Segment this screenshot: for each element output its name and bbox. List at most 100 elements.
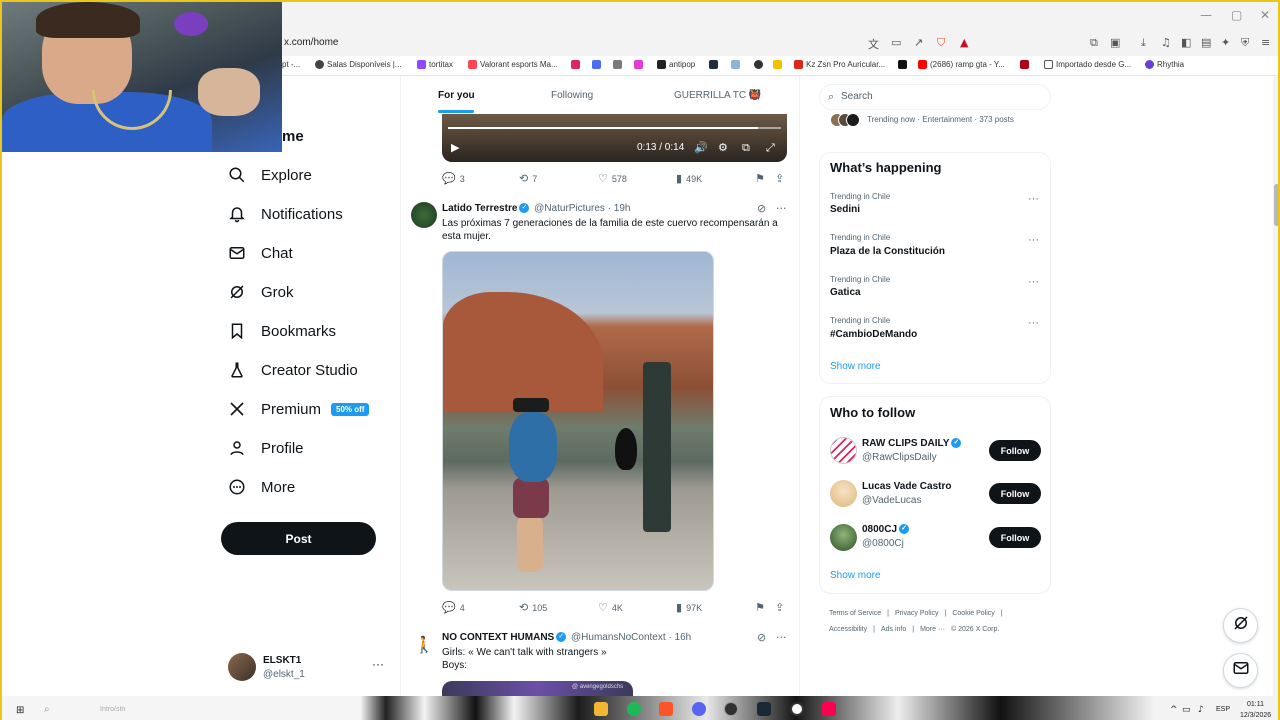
- tab-for-you[interactable]: For you: [438, 90, 475, 101]
- obs-icon[interactable]: [724, 702, 738, 716]
- bookmark-button[interactable]: ⚑: [755, 601, 765, 614]
- bookmark-item[interactable]: Rhythia: [1145, 60, 1184, 69]
- nav-item-creator-studio[interactable]: Creator Studio: [227, 356, 358, 384]
- clock-date[interactable]: 12/3/2026: [1240, 712, 1271, 719]
- post-time[interactable]: · 19h: [608, 203, 631, 214]
- bookmark-item[interactable]: antipop: [657, 60, 695, 69]
- share-button[interactable]: ⇪: [775, 601, 784, 614]
- avatar[interactable]: [830, 524, 857, 551]
- post-media-video[interactable]: [442, 251, 714, 591]
- scrollbar-thumb[interactable]: [1274, 184, 1278, 226]
- reply-button[interactable]: 💬 4: [442, 601, 465, 614]
- views-button[interactable]: ▮ 49K: [676, 172, 702, 185]
- like-button[interactable]: ♡ 578: [598, 172, 627, 185]
- footer-link[interactable]: Ads info: [881, 626, 906, 633]
- taskbar-search-hint[interactable]: Intro/stn: [100, 706, 125, 713]
- volume-icon[interactable]: 🔊: [694, 141, 708, 154]
- bookmark-item[interactable]: Kz Zsn Pro Auricular...: [794, 60, 885, 69]
- more-dots-icon[interactable]: ···: [1028, 276, 1039, 288]
- translate-icon[interactable]: 文: [868, 36, 879, 52]
- bookmark-icon-only[interactable]: [592, 60, 601, 69]
- tab-following[interactable]: Following: [551, 90, 593, 101]
- author-name[interactable]: NO CONTEXT HUMANS: [442, 632, 554, 643]
- like-button[interactable]: ♡ 4K: [598, 601, 623, 614]
- spotify-icon[interactable]: [627, 702, 641, 716]
- settings-icon[interactable]: ⚙: [718, 141, 728, 154]
- cast-icon[interactable]: ▭: [891, 36, 901, 49]
- nav-item-more[interactable]: More: [227, 473, 295, 501]
- nav-home-label[interactable]: me: [282, 128, 304, 145]
- maximize-icon[interactable]: ▢: [1231, 8, 1242, 22]
- nav-item-explore[interactable]: Explore: [227, 161, 312, 189]
- nav-item-premium[interactable]: Premium 50% off: [227, 395, 370, 423]
- avatar[interactable]: [411, 202, 437, 228]
- repost-button[interactable]: ⟲ 105: [519, 601, 547, 614]
- post-time[interactable]: · 16h: [668, 632, 691, 643]
- bookmark-item[interactable]: pt -...: [282, 60, 300, 69]
- author-handle[interactable]: @HumansNoContext: [571, 632, 666, 643]
- tray-chevron-icon[interactable]: ^: [1170, 705, 1178, 715]
- volume-icon[interactable]: ♪: [1198, 705, 1204, 715]
- wallet-icon[interactable]: ▤: [1201, 36, 1211, 49]
- steam-icon[interactable]: [757, 702, 771, 716]
- bookmark-item[interactable]: Salas Disponíveis |...: [315, 60, 402, 69]
- brave-rewards-icon[interactable]: ▲: [960, 36, 968, 49]
- bookmark-icon-only[interactable]: [898, 60, 907, 69]
- bookmark-icon-only[interactable]: [754, 60, 763, 69]
- account-switcher[interactable]: ELSKT1 @elskt_1 ···: [228, 653, 388, 683]
- clock-time[interactable]: 01:11: [1247, 701, 1264, 708]
- author-name[interactable]: Latido Terrestre: [442, 203, 517, 214]
- suggested-account-name[interactable]: RAW CLIPS DAILY ✓: [862, 438, 963, 449]
- share-icon[interactable]: ↗: [914, 36, 923, 49]
- bookmark-icon-only[interactable]: [571, 60, 580, 69]
- reply-button[interactable]: 💬 3: [442, 172, 465, 185]
- avatar[interactable]: 🚶: [411, 631, 437, 657]
- video-player[interactable]: [442, 114, 787, 162]
- file-explorer-icon[interactable]: [594, 702, 608, 716]
- views-button[interactable]: ▮ 97K: [676, 601, 702, 614]
- trend-name[interactable]: Plaza de la Constitución: [830, 246, 945, 257]
- more-dots-icon[interactable]: ···: [776, 631, 787, 644]
- trending-now-row[interactable]: Trending now · Entertainment · 373 posts: [830, 112, 1052, 130]
- pip-icon[interactable]: ⧉: [742, 141, 750, 155]
- avatar[interactable]: [830, 480, 857, 507]
- more-dots-icon[interactable]: ···: [776, 202, 787, 215]
- footer-link[interactable]: More ···: [920, 626, 945, 633]
- nav-item-grok[interactable]: Grok: [227, 278, 294, 306]
- bookmark-icon-only[interactable]: [613, 60, 622, 69]
- footer-link[interactable]: Terms of Service: [829, 610, 881, 617]
- follow-button[interactable]: Follow: [989, 527, 1041, 548]
- nav-item-notifications[interactable]: Notifications: [227, 200, 343, 228]
- start-icon[interactable]: ⊞: [16, 705, 24, 716]
- bookmark-icon-only[interactable]: [773, 60, 782, 69]
- show-more-trends[interactable]: Show more: [830, 361, 881, 372]
- suggested-account-name[interactable]: Lucas Vade Castro: [862, 481, 951, 492]
- follow-button[interactable]: Follow: [989, 483, 1041, 504]
- app-icon[interactable]: [790, 702, 804, 716]
- share-button[interactable]: ⇪: [775, 172, 784, 185]
- tiktok-icon[interactable]: [822, 702, 836, 716]
- url-text[interactable]: x.com/home: [284, 37, 338, 48]
- footer-link[interactable]: Accessibility: [829, 626, 867, 633]
- brave-shield-icon[interactable]: ⛉: [937, 36, 945, 50]
- brave-icon[interactable]: [659, 702, 673, 716]
- grok-icon[interactable]: ⊘: [757, 202, 766, 215]
- minimize-icon[interactable]: —: [1200, 8, 1212, 22]
- nav-item-chat[interactable]: Chat: [227, 239, 293, 267]
- messages-float-button[interactable]: [1223, 653, 1258, 688]
- tab-icon[interactable]: ▣: [1110, 36, 1120, 49]
- grok-float-button[interactable]: [1223, 608, 1258, 643]
- menu-icon[interactable]: ≡: [1261, 36, 1270, 49]
- extensions-icon[interactable]: ⧉: [1090, 36, 1098, 50]
- footer-link[interactable]: Privacy Policy: [895, 610, 939, 617]
- bookmark-item[interactable]: (2686) ramp gta - Y...: [918, 60, 1005, 69]
- more-dots-icon[interactable]: ···: [1028, 193, 1039, 205]
- more-dots-icon[interactable]: ···: [1028, 317, 1039, 329]
- avatar[interactable]: [830, 437, 857, 464]
- more-dots-icon[interactable]: ···: [1028, 234, 1039, 246]
- grok-icon[interactable]: ⊘: [757, 631, 766, 644]
- sidebar-icon[interactable]: ◧: [1181, 36, 1191, 49]
- bookmark-folder[interactable]: Importado desde G...: [1044, 60, 1131, 69]
- follow-button[interactable]: Follow: [989, 440, 1041, 461]
- bookmark-icon-only[interactable]: [1020, 60, 1029, 69]
